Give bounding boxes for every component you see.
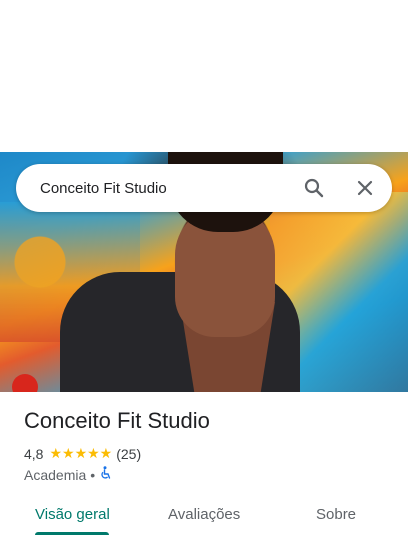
gi-patch-logo: [12, 374, 38, 392]
tab-avaliacoes[interactable]: Avaliações: [168, 506, 240, 523]
tab-bar: Visão geral Avaliações Sobre: [0, 492, 408, 536]
search-input[interactable]: Conceito Fit Studio: [40, 180, 167, 197]
rating-value: 4,8: [24, 445, 44, 462]
tab-visao-geral[interactable]: Visão geral: [35, 506, 110, 523]
close-icon[interactable]: [353, 176, 377, 200]
place-title: Conceito Fit Studio: [24, 408, 210, 433]
active-tab-indicator: [35, 532, 109, 535]
star-rating: ★★★★★: [49, 445, 113, 461]
search-icon[interactable]: [302, 176, 326, 200]
rating-row[interactable]: 4,8 ★★★★★ (25): [24, 445, 141, 462]
separator-dot: •: [90, 466, 96, 483]
review-count[interactable]: (25): [116, 446, 141, 462]
search-bar[interactable]: Conceito Fit Studio: [16, 164, 392, 212]
wheelchair-icon: [99, 466, 112, 483]
place-category: Academia: [24, 466, 87, 483]
tab-sobre[interactable]: Sobre: [316, 506, 356, 523]
category-row: Academia •: [24, 466, 112, 483]
